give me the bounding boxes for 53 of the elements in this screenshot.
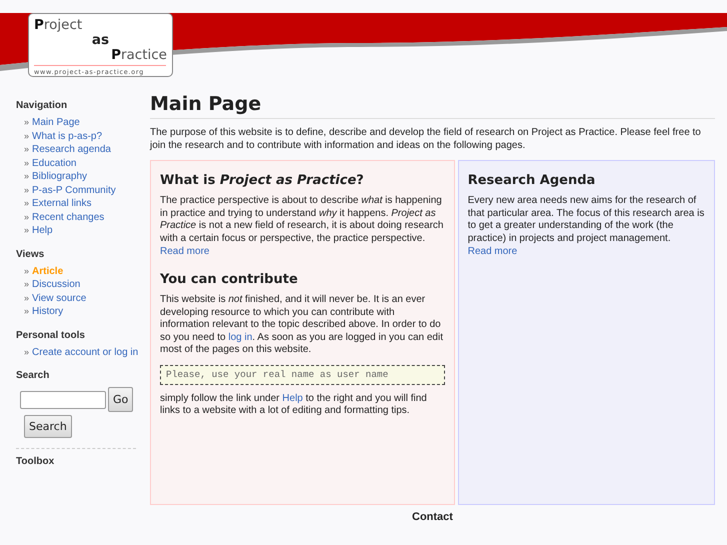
sidebar-link[interactable]: P-as-P Community xyxy=(32,184,116,197)
bullet: » xyxy=(24,292,30,304)
search-field[interactable] xyxy=(20,390,106,408)
bullet: » xyxy=(24,197,30,210)
section-heading: Research Agenda xyxy=(468,173,596,189)
intro-paragraph: The purpose of this website is to define, describe and develop the field of research on Project as Practice. Please feel free to join the research and to contribute with information and ideas on the following pages. xyxy=(150,127,702,152)
section-heading: What is Project as Practice? xyxy=(160,173,365,189)
portlet-heading: Search xyxy=(16,369,50,382)
sidebar-link[interactable]: Bibliography xyxy=(32,170,88,184)
sidebar-link[interactable]: Create account or log in xyxy=(32,346,138,359)
bullet: » xyxy=(24,156,30,170)
sidebar-link[interactable]: Help xyxy=(32,224,53,238)
section-heading: You can contribute xyxy=(160,272,299,288)
logo-word: as xyxy=(92,33,110,48)
paragraph: Every new area needs new aims for the research of that particular area. The focus of this research area is to get a greater understanding of the work (the practice) in projects and project management. xyxy=(468,195,705,245)
paragraph: simply follow the link under Help to the right and you will find links to a website with a lot of editing and formatting tips. xyxy=(160,392,428,418)
sidebar-link[interactable]: Recent changes xyxy=(32,210,104,224)
search-button[interactable]: Search xyxy=(24,415,72,438)
bullet: » xyxy=(24,210,30,224)
sidebar-link[interactable]: Main Page xyxy=(32,116,80,130)
inline-link[interactable]: log in xyxy=(228,332,252,342)
sidebar-link[interactable]: External links xyxy=(32,197,92,210)
bullet: » xyxy=(24,305,30,318)
sidebar-link[interactable]: History xyxy=(32,305,64,318)
section-heading: Contact xyxy=(411,511,454,523)
bullet: » xyxy=(24,116,30,129)
logo-word: Practice xyxy=(111,48,167,63)
portlet-heading: Navigation xyxy=(16,99,68,112)
bullet: » xyxy=(24,278,30,291)
note-box: Please, use your real name as user name xyxy=(160,364,445,384)
sidebar-link[interactable]: Research agenda xyxy=(32,143,111,156)
bullet: » xyxy=(24,170,30,183)
paragraph: The practice perspective is about to describe what is happening in practice and trying to understand why it happens. Project as Practice is not a new field of research, it is about doing research with a certain focus or perspective, the practice perspective. xyxy=(160,195,444,245)
portlet-heading: Toolbox xyxy=(16,455,56,468)
go-button[interactable]: Go xyxy=(108,387,134,412)
sidebar-link[interactable]: Education xyxy=(32,156,76,170)
bullet: » xyxy=(24,264,30,278)
bullet: » xyxy=(24,346,30,358)
logo-word: Project xyxy=(34,18,82,33)
paragraph: This website is not finished, and it will never be. It is an ever developing resource to which you can contribute with information relevant to the topic described above. In order to do so you need to log in. As soon as you are logged in you can edit most of the pages on this website. xyxy=(160,294,444,356)
sidebar-link[interactable]: Discussion xyxy=(32,278,80,292)
bullet: » xyxy=(24,130,30,142)
inline-link[interactable]: Help xyxy=(282,392,303,404)
portlet-heading: Personal tools xyxy=(16,328,86,342)
read-more-link[interactable]: Read more xyxy=(468,245,705,258)
bullet: » xyxy=(24,184,30,196)
sidebar-link[interactable]: View source xyxy=(32,292,86,305)
bullet: » xyxy=(24,143,30,156)
read-more-link[interactable]: Read more xyxy=(160,245,445,258)
sidebar-link[interactable]: What is p-as-p? xyxy=(32,130,102,143)
portlet-heading: Views xyxy=(16,248,46,260)
bullet: » xyxy=(24,224,30,237)
page-title: Main Page xyxy=(150,93,715,119)
